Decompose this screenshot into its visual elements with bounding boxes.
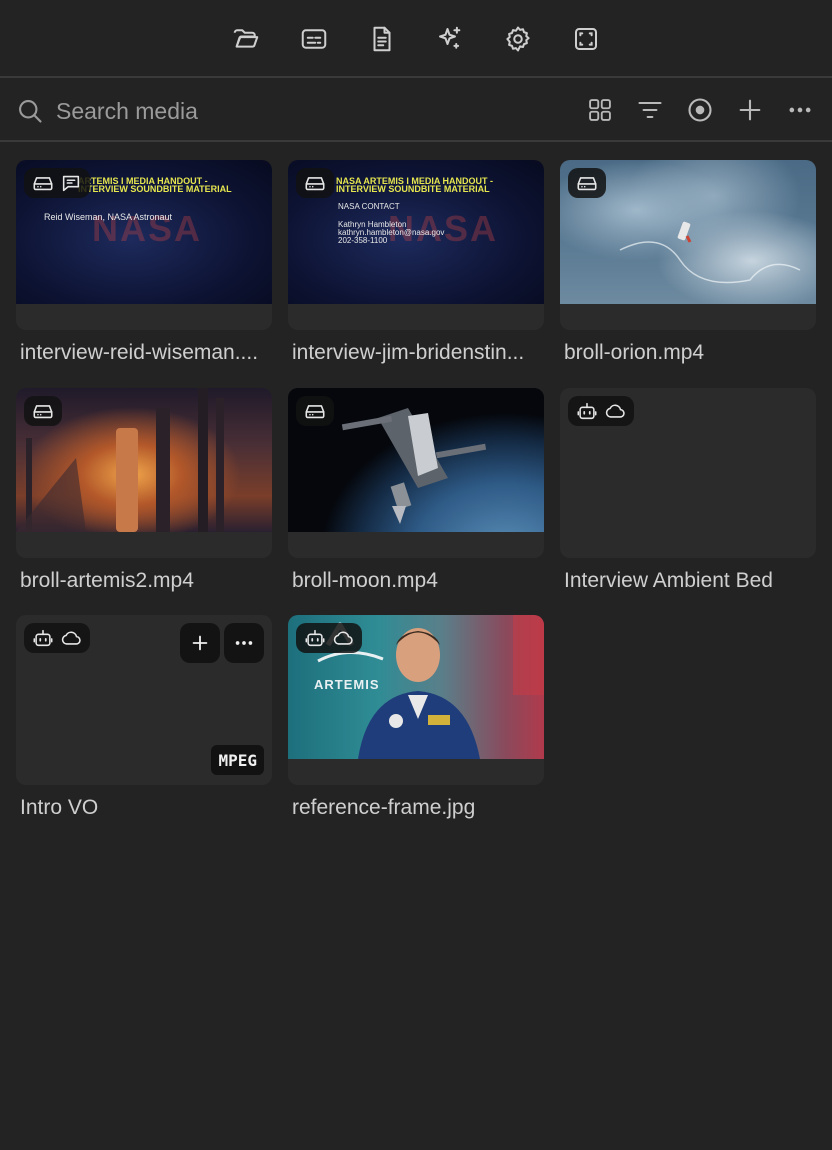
top-toolbar: [0, 0, 832, 78]
media-title: Intro VO: [20, 796, 99, 819]
plus-icon[interactable]: [735, 95, 765, 125]
plus-icon: [192, 635, 208, 651]
search-bar: [0, 80, 832, 142]
media-card[interactable]: NASA ARTEMIS I MEDIA HANDOUT - INTERVIEW…: [16, 160, 272, 364]
drive-icon: [304, 400, 326, 422]
bot-icon: [32, 627, 54, 649]
cloud-icon: [332, 627, 354, 649]
media-thumbnail[interactable]: [560, 160, 816, 330]
media-thumbnail[interactable]: ARTEMIS: [288, 615, 544, 785]
media-title: Interview Ambient Bed: [564, 569, 773, 592]
cloud-icon: [604, 400, 626, 422]
slide-body-line: NASA CONTACT: [338, 202, 400, 211]
slide-body-line: 202-358-1100: [338, 236, 388, 245]
sparkles-icon[interactable]: [432, 21, 468, 57]
source-badge: [24, 168, 90, 198]
slide-heading: INTERVIEW SOUNDBITE MATERIAL: [336, 184, 490, 194]
media-title: reference-frame.jpg: [292, 796, 476, 819]
card-more-button[interactable]: [224, 623, 264, 663]
format-tag: MPEG: [211, 745, 264, 775]
more-icon: [235, 641, 253, 645]
media-title: interview-reid-wiseman....: [20, 341, 259, 364]
captions-icon[interactable]: [296, 21, 332, 57]
source-badge: [296, 168, 334, 198]
media-title: broll-moon.mp4: [292, 569, 438, 592]
artemis-logo-text: ARTEMIS: [314, 677, 380, 692]
caption-icon: [60, 172, 82, 194]
grid-view-icon[interactable]: [585, 95, 615, 125]
document-icon[interactable]: [364, 21, 400, 57]
add-to-timeline-button[interactable]: [180, 623, 220, 663]
media-title: broll-artemis2.mp4: [20, 569, 194, 592]
media-title: interview-jim-bridenstin...: [292, 341, 525, 364]
media-card[interactable]: Interview Ambient Bed: [560, 388, 816, 592]
search-input[interactable]: [56, 94, 536, 128]
media-card[interactable]: broll-artemis2.mp4: [16, 388, 272, 592]
media-title: broll-orion.mp4: [564, 341, 705, 364]
bot-icon: [576, 400, 598, 422]
record-icon[interactable]: [685, 95, 715, 125]
source-badge: [568, 396, 634, 426]
media-card[interactable]: NASA NASA ARTEMIS I MEDIA HANDOUT - INTE…: [288, 160, 544, 364]
drive-icon: [32, 172, 54, 194]
media-thumbnail[interactable]: NASA NASA ARTEMIS I MEDIA HANDOUT - INTE…: [288, 160, 544, 330]
bot-icon: [304, 627, 326, 649]
source-badge: [296, 396, 334, 426]
media-thumbnail[interactable]: [560, 388, 816, 558]
media-card[interactable]: broll-orion.mp4: [560, 160, 816, 364]
cloud-icon: [60, 627, 82, 649]
slide-heading: INTERVIEW SOUNDBITE MATERIAL: [78, 184, 232, 194]
search-icon: [16, 97, 44, 125]
media-card[interactable]: MPEG Intro VO: [16, 615, 272, 819]
folder-open-icon[interactable]: [228, 21, 264, 57]
gear-icon[interactable]: [500, 21, 536, 57]
source-badge: [296, 623, 362, 653]
drive-icon: [576, 172, 598, 194]
source-badge: [568, 168, 606, 198]
media-card[interactable]: broll-moon.mp4: [288, 388, 544, 592]
media-thumbnail[interactable]: [16, 388, 272, 558]
drive-icon: [32, 400, 54, 422]
media-thumbnail[interactable]: NASA ARTEMIS I MEDIA HANDOUT - INTERVIEW…: [16, 160, 272, 330]
media-thumbnail[interactable]: [288, 388, 544, 558]
source-badge: [24, 396, 62, 426]
frame-icon[interactable]: [568, 21, 604, 57]
media-card[interactable]: ARTEMIS reference-frame.jpg: [288, 615, 544, 819]
slide-body-line: Reid Wiseman, NASA Astronaut: [44, 212, 173, 222]
filter-icon[interactable]: [635, 95, 665, 125]
source-badge: [24, 623, 90, 653]
drive-icon: [304, 172, 326, 194]
more-icon[interactable]: [785, 95, 815, 125]
media-thumbnail[interactable]: MPEG: [16, 615, 272, 785]
